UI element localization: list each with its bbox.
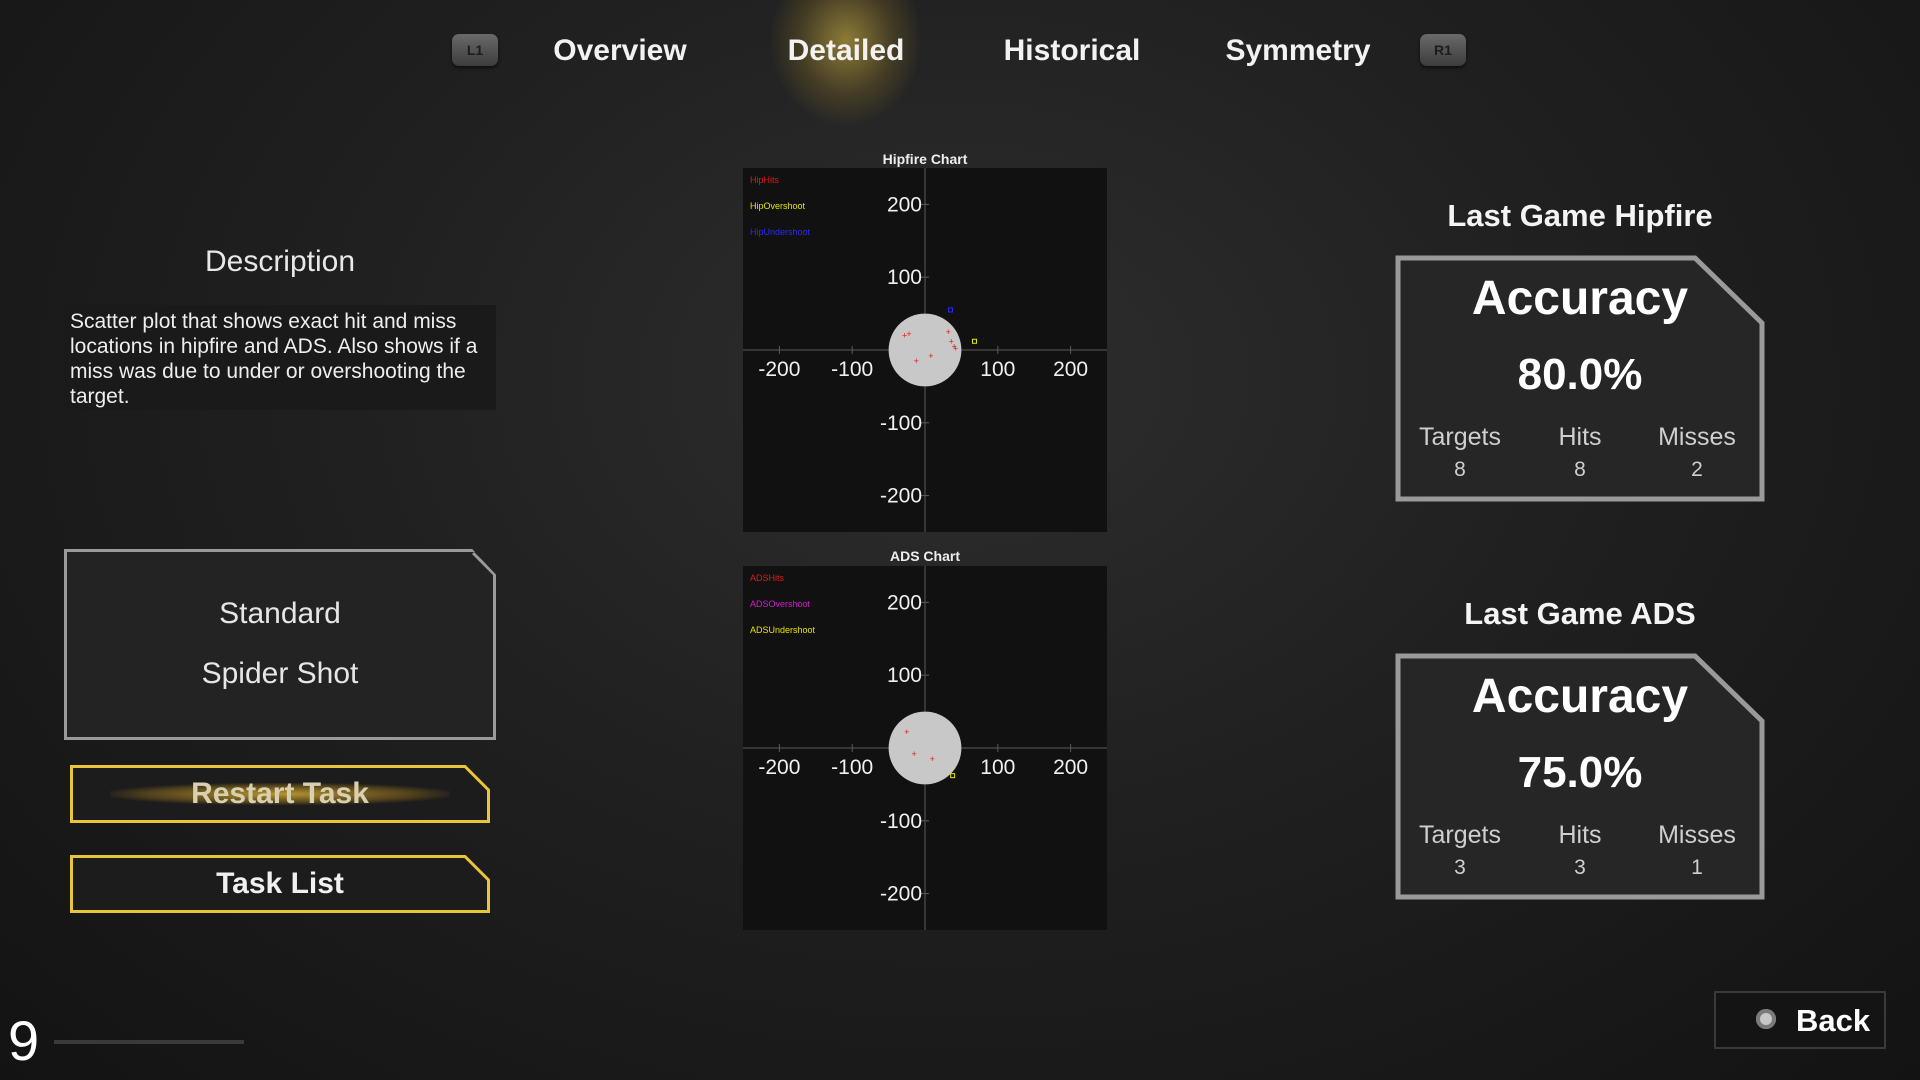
description-title: Description [204, 245, 356, 278]
hipfire-hits: Hits 8 [1520, 423, 1640, 482]
hipfire-misses-value: 2 [1691, 458, 1703, 481]
ads-hits-value: 3 [1574, 856, 1586, 879]
progress-track [54, 1040, 244, 1044]
legend-entry: ADSHits [750, 573, 785, 583]
ads-hits: Hits 3 [1520, 821, 1640, 880]
hipfire-chart-title: Hipfire Chart [882, 151, 968, 167]
tab-historical[interactable]: Historical [962, 25, 1182, 77]
page-number: 9 [8, 1009, 40, 1072]
hipfire-chart: -200 -100 100 200 200 100 -100 -200 HipHits HipOv… [743, 168, 1107, 532]
data-point [972, 338, 978, 344]
restart-task-button[interactable]: Restart Task [70, 765, 490, 823]
y-tick-label: -200 [880, 485, 922, 508]
x-tick-label: 200 [1053, 358, 1088, 381]
hipfire-accuracy-card: Accuracy 80.0% Targets 8 Hits 8 Misses 2 [1395, 255, 1765, 502]
legend-entry: HipUndershoot [750, 227, 811, 237]
legend-entry: HipOvershoot [750, 201, 806, 211]
hipfire-misses-label: Misses [1658, 423, 1736, 451]
restart-task-label: Restart Task [191, 777, 369, 810]
hipfire-accuracy-value: 80.0% [1517, 350, 1643, 399]
ads-accuracy-value: 75.0% [1517, 748, 1643, 797]
l1-bumper-icon[interactable]: L1 [452, 34, 498, 66]
data-point: + [906, 329, 911, 339]
ads-misses: Misses 1 [1637, 821, 1757, 880]
data-point [947, 307, 953, 313]
legend-entry: ADSUndershoot [750, 625, 816, 635]
r1-bumper-icon[interactable]: R1 [1420, 34, 1466, 66]
legend-entry: ADSOvershoot [750, 599, 811, 609]
ads-accuracy-card: Accuracy 75.0% Targets 3 Hits 3 Misses 1 [1395, 653, 1765, 900]
task-name: Spider Shot [201, 657, 359, 690]
y-tick-label: -200 [880, 883, 922, 906]
target-circle [888, 313, 962, 387]
ads-targets-label: Targets [1419, 821, 1501, 849]
description-text: Scatter plot that shows exact hit and mi… [64, 305, 496, 410]
hipfire-heading: Last Game Hipfire [1447, 198, 1713, 233]
tab-overview[interactable]: Overview [510, 25, 730, 77]
hipfire-targets-value: 8 [1454, 458, 1466, 481]
hipfire-accuracy-label: Accuracy [1471, 272, 1689, 325]
back-button[interactable]: Back [1714, 991, 1886, 1049]
circle-button-icon [1756, 1009, 1776, 1029]
tab-detailed[interactable]: Detailed [736, 25, 956, 77]
x-tick-label: 100 [980, 358, 1015, 381]
data-point: + [949, 336, 954, 346]
y-tick-label: 200 [887, 193, 922, 216]
ads-chart-svg: -200 -100 100 200 200 100 -100 -200 ADSHits ADSOv… [743, 566, 1107, 930]
task-card-border [471, 552, 496, 580]
ads-targets-value: 3 [1454, 856, 1466, 879]
task-list-label: Task List [216, 867, 344, 900]
x-tick-label: 100 [980, 756, 1015, 779]
hipfire-targets-label: Targets [1419, 423, 1501, 451]
legend-entry: HipHits [750, 175, 780, 185]
data-point: + [928, 351, 933, 361]
task-list-button[interactable]: Task List [70, 855, 490, 913]
data-point: + [914, 356, 919, 366]
data-point [950, 773, 956, 779]
ads-heading: Last Game ADS [1464, 596, 1696, 631]
data-point: + [904, 727, 909, 737]
x-tick-label: -100 [831, 756, 873, 779]
y-tick-label: 100 [887, 266, 922, 289]
x-tick-label: 200 [1053, 756, 1088, 779]
x-tick-label: -200 [758, 756, 800, 779]
ads-chart: -200 -100 100 200 200 100 -100 -200 ADSHits ADSOv… [743, 566, 1107, 930]
data-point: + [930, 754, 935, 764]
hipfire-hits-value: 8 [1574, 458, 1586, 481]
hipfire-chart-svg: -200 -100 100 200 200 100 -100 -200 HipHits HipOv… [743, 168, 1107, 532]
tab-symmetry[interactable]: Symmetry [1188, 25, 1408, 77]
y-tick-label: 100 [887, 664, 922, 687]
tab-bar: L1 Overview Detailed Historical Symmetry… [0, 0, 1920, 110]
ads-chart-title: ADS Chart [889, 548, 960, 564]
task-category: Standard [219, 597, 341, 630]
ads-accuracy-label: Accuracy [1471, 670, 1689, 723]
x-tick-label: -200 [758, 358, 800, 381]
y-tick-label: -100 [880, 412, 922, 435]
hipfire-misses: Misses 2 [1637, 423, 1757, 482]
hipfire-hits-label: Hits [1558, 423, 1602, 451]
hipfire-targets: Targets 8 [1400, 423, 1520, 482]
back-label: Back [1796, 1003, 1871, 1038]
data-point: + [911, 749, 916, 759]
y-tick-label: 200 [887, 591, 922, 614]
ads-targets: Targets 3 [1400, 821, 1520, 880]
x-tick-label: -100 [831, 358, 873, 381]
ads-hits-label: Hits [1558, 821, 1602, 849]
ads-misses-label: Misses [1658, 821, 1736, 849]
task-name-card: Standard Spider Shot [64, 549, 496, 740]
y-tick-label: -100 [880, 810, 922, 833]
ads-misses-value: 1 [1691, 856, 1703, 879]
